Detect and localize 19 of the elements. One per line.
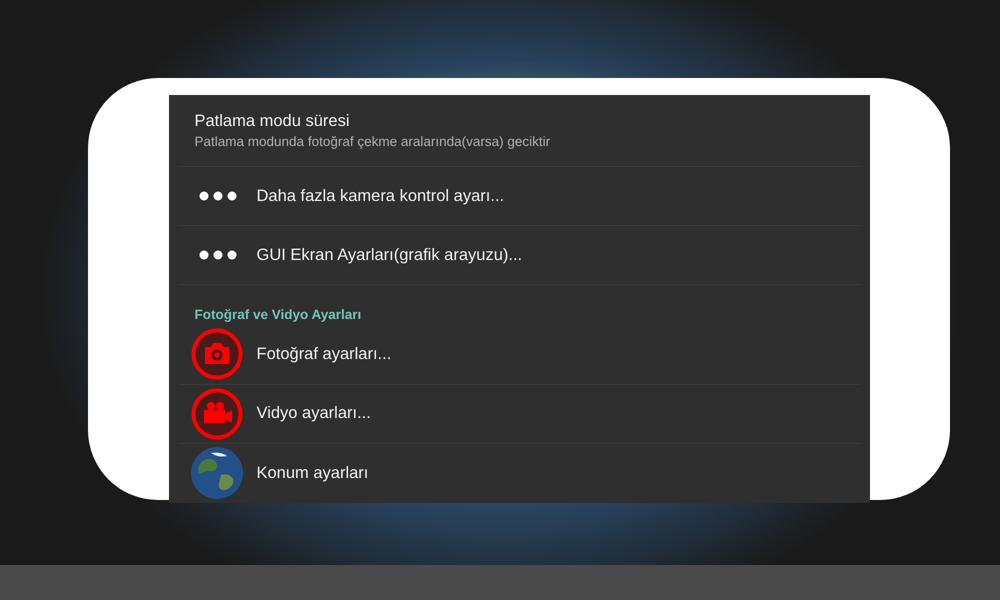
camera-icon [190,328,242,380]
settings-row[interactable]: Konum ayarları [178,444,860,503]
video-camera-icon [190,388,242,440]
setting-summary: Patlama modunda fotoğraf çekme aralarında(varsa) geciktir [194,133,552,152]
setting-title: Fotoğraf ayarları... [256,344,392,366]
globe-icon [190,447,242,500]
settings-row[interactable]: Fotoğraf ayarları... [178,325,860,385]
settings-row[interactable]: Vidyo ayarları... [178,384,860,444]
category-header: Fotoğraf ve Vidyo Ayarları [194,307,362,322]
setting-title: Vidyo ayarları... [256,403,371,424]
settings-row[interactable]: Daha fazla kamera kontrol ayarı... [178,166,860,226]
setting-title: Konum ayarları [256,463,368,484]
settings-row[interactable]: Patlama modu süresi Patlama modunda fotoğraf çekme aralarında(varsa) geciktir [178,95,860,167]
setting-title: Patlama modu süresi [194,111,350,132]
setting-title: GUI Ekran Ayarları(grafik arayuzu)... [256,244,522,266]
more-icon [198,250,236,260]
more-icon [198,190,236,201]
settings-row[interactable]: GUI Ekran Ayarları(grafik arayuzu)... [178,226,860,286]
setting-title: Daha fazla kamera kontrol ayarı... [256,186,504,207]
